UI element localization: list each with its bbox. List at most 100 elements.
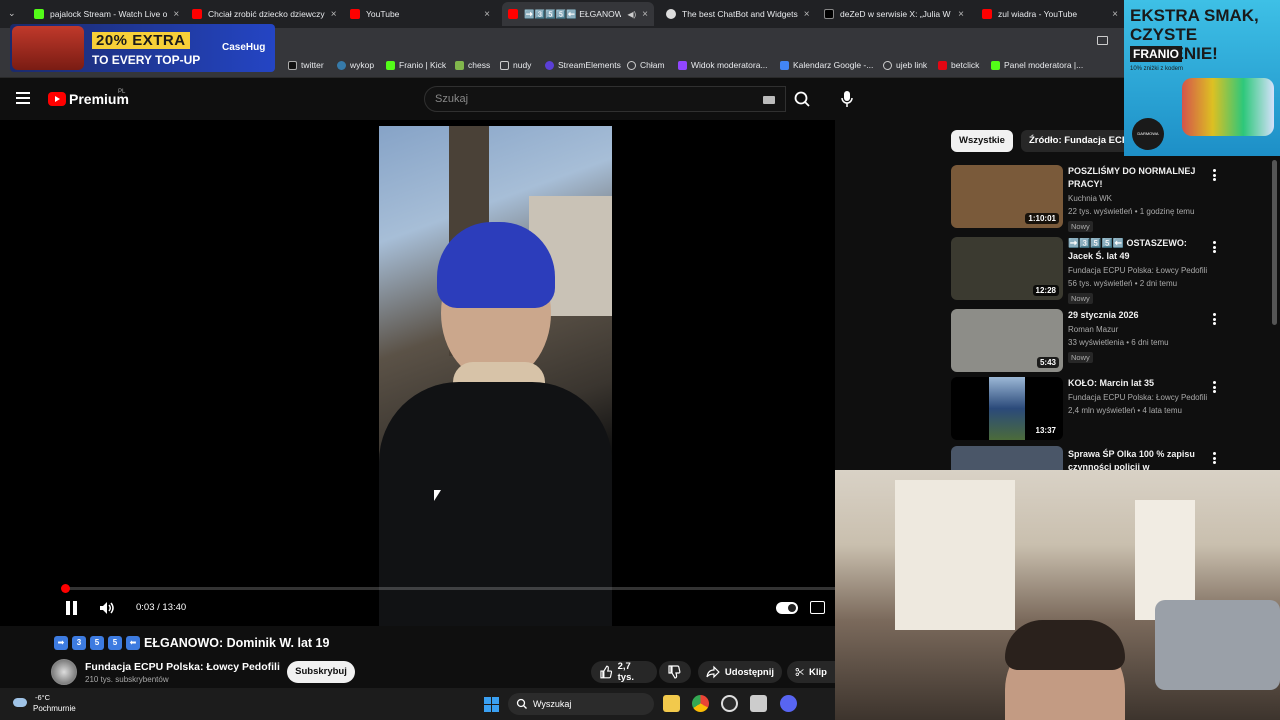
ad-highlight: 20% EXTRA [92,32,190,49]
browser-tab[interactable]: zul wiadra - YouTube × [976,4,1124,24]
recommended-title[interactable]: Sprawa ŚP Olka 100 % zapisu czynności po… [1068,448,1208,470]
bookmark[interactable]: wykop [337,60,374,70]
recommended-title[interactable]: ➡️3️⃣5️⃣5️⃣⬅️ OSTASZEWO: Jacek Ś. lat 49 [1068,237,1208,263]
recommended-video[interactable]: 12:28 ➡️3️⃣5️⃣5️⃣⬅️ OSTASZEWO: Jacek Ś. … [951,237,1221,305]
recommended-video[interactable]: 5:43 29 stycznia 2026 Roman Mazur 33 wyś… [951,309,1221,377]
video-thumbnail[interactable]: 1:10:01 [951,165,1063,228]
bookmark-label: Panel moderatora |... [1004,60,1084,70]
progress-bar[interactable] [61,584,835,593]
recommended-channel[interactable]: Fundacja ECPU Polska: Łowcy Pedofili [1068,266,1207,275]
recommended-channel[interactable]: Kuchnia WK [1068,194,1112,203]
thumbs-up-icon [600,665,613,679]
bookmark[interactable]: ujeb link [883,60,927,70]
bookmark[interactable]: nudy [500,60,531,70]
browser-tab[interactable]: YouTube × [344,4,496,24]
bookmark[interactable]: Chłam [627,60,665,70]
tab-list-chevron-icon[interactable]: ⌄ [8,8,18,18]
more-options-icon[interactable] [1213,241,1216,253]
windows-taskbar: -6°C Pochmurnie Wyszukaj [0,688,835,720]
weather-description[interactable]: Pochmurnie [33,704,76,713]
tab-title: Chciał zrobić dziecko dziewczy [208,9,325,19]
voice-search-button[interactable] [834,86,860,112]
browser-tab[interactable]: deZeD w serwisie X: „Julia W × [818,4,970,24]
more-options-icon[interactable] [1213,452,1216,464]
weather-temperature[interactable]: -6°C [35,693,50,702]
chip-all[interactable]: Wszystkie [951,130,1013,152]
recommended-video[interactable]: 1:10:01 POSZLIŚMY DO NORMALNEJ PRACY! Ku… [951,165,1221,233]
discord-icon[interactable] [780,695,797,712]
subtitles-icon[interactable] [810,601,825,614]
app-icon[interactable] [750,695,767,712]
recommended-video[interactable]: 13:37 KOŁO: Marcin lat 35 Fundacja ECPU … [951,377,1221,445]
youtube-logo-icon[interactable] [48,92,66,106]
bookmark[interactable]: Franio | Kick [386,60,446,70]
video-player[interactable]: 0:03 / 13:40 [0,120,835,626]
franio-ad-banner[interactable]: EKSTRA SMAK,CZYSTE SUMIENIE! FRANIO 10% … [1124,0,1280,156]
close-icon[interactable]: × [173,9,179,20]
title-emoji: 5 [90,636,104,650]
cloud-icon[interactable] [13,698,27,707]
windows-start-icon[interactable] [484,697,499,712]
ad-subline: TO EVERY TOP-UP [92,53,201,67]
recommended-meta: 2,4 mln wyświetleń • 4 lata temu [1068,406,1182,415]
more-options-icon[interactable] [1213,169,1216,181]
ad-headline-line1: EKSTRA SMAK, [1130,6,1259,25]
close-icon[interactable]: × [331,9,337,20]
video-thumbnail[interactable]: 13:37 [951,377,1063,440]
bookmark[interactable]: Kalendarz Google -... [780,60,873,70]
close-icon[interactable]: × [1112,9,1118,20]
search-placeholder: Szukaj [435,93,469,105]
autoplay-toggle[interactable] [776,602,798,614]
more-options-icon[interactable] [1213,313,1216,325]
bookmark[interactable]: Panel moderatora |... [991,60,1083,70]
close-icon[interactable]: × [958,9,964,20]
bookmark[interactable]: betclick [938,60,979,70]
channel-name[interactable]: Fundacja ECPU Polska: Łowcy Pedofili [85,661,280,673]
dislike-button[interactable] [659,661,691,683]
obs-icon[interactable] [721,695,738,712]
more-options-icon[interactable] [1213,381,1216,393]
volume-button[interactable] [98,600,116,616]
bookmark[interactable]: StreamElements [545,60,621,70]
recommended-title[interactable]: 29 stycznia 2026 [1068,309,1208,322]
cast-icon[interactable] [1097,36,1108,45]
recommended-title[interactable]: KOŁO: Marcin lat 35 [1068,377,1208,390]
search-input[interactable]: Szukaj [424,86,786,112]
close-icon[interactable]: × [642,9,648,20]
recommended-channel[interactable]: Roman Mazur [1068,325,1118,334]
file-explorer-icon[interactable] [663,695,680,712]
taskbar-search[interactable]: Wyszukaj [508,693,654,715]
recommended-title[interactable]: POSZLIŚMY DO NORMALNEJ PRACY! [1068,165,1208,191]
browser-tab[interactable]: The best ChatBot and Widgets × [660,4,812,24]
scissors-icon [795,668,804,676]
recommended-channel[interactable]: Fundacja ECPU Polska: Łowcy Pedofili [1068,393,1207,402]
keyboard-icon[interactable] [763,96,775,104]
close-icon[interactable]: × [804,9,810,20]
video-frame[interactable] [379,126,612,626]
subscribe-button[interactable]: Subskrybuj [287,661,355,683]
speaker-icon[interactable]: ◀) [627,10,636,19]
bookmark[interactable]: chess [455,60,490,70]
casehug-ad-banner[interactable]: 20% EXTRA TO EVERY TOP-UP CaseHug [10,24,275,72]
pause-button[interactable] [66,601,78,615]
recommended-video[interactable]: Sprawa ŚP Olka 100 % zapisu czynności po… [951,446,1221,470]
video-thumbnail[interactable]: 5:43 [951,309,1063,372]
clip-button[interactable]: Klip [787,661,835,683]
search-button[interactable] [788,86,816,112]
menu-icon[interactable] [16,92,30,106]
browser-tab[interactable]: pajalock Stream - Watch Live o × [28,4,180,24]
progress-handle[interactable] [61,584,70,593]
bookmark[interactable]: Widok moderatora... [678,60,768,70]
chrome-icon[interactable] [692,695,709,712]
like-button[interactable]: 2,7 tys. [591,661,657,683]
video-thumbnail[interactable] [951,446,1063,470]
browser-tab-active[interactable]: ➡️3️⃣5️⃣5️⃣⬅️ EŁGANOWO: ◀) × [502,2,654,26]
channel-avatar[interactable] [51,659,77,685]
share-button[interactable]: Udostępnij [698,661,782,683]
page-scrollbar[interactable] [1272,160,1277,325]
tab-title: pajalock Stream - Watch Live o [50,9,168,19]
bookmark[interactable]: twitter [288,60,324,70]
browser-tab[interactable]: Chciał zrobić dziecko dziewczy × [186,4,338,24]
video-thumbnail[interactable]: 12:28 [951,237,1063,300]
close-icon[interactable]: × [484,9,490,20]
